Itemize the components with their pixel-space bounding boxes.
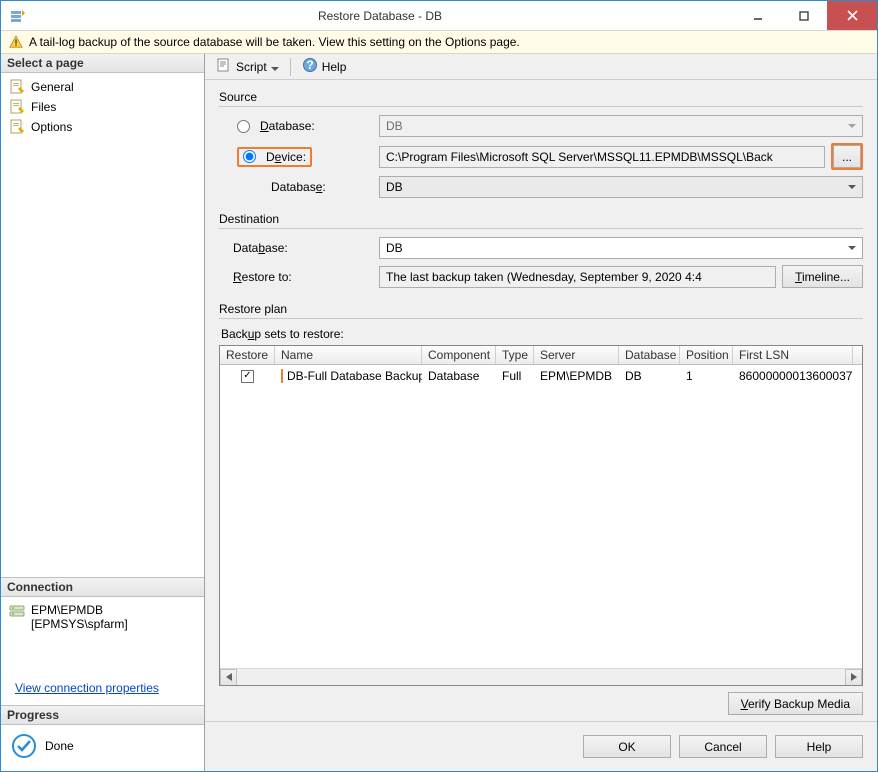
help-button[interactable]: Help [775,735,863,758]
svg-text:?: ? [306,58,313,72]
horizontal-scrollbar[interactable] [220,668,862,685]
dialog-button-bar: OK Cancel Help [205,721,877,771]
notice-bar: A tail-log backup of the source database… [1,31,877,54]
connection-info: EPM\EPMDB [EPMSYS\spfarm] [1,597,204,635]
server-icon [9,604,25,620]
device-path-value: C:\Program Files\Microsoft SQL Server\MS… [386,150,773,164]
verify-backup-media-button[interactable]: Verify Backup Media [728,692,863,715]
server-cell: EPM\EPMDB [534,369,619,383]
restore-to-label: Restore to: [233,270,292,284]
table-row[interactable]: ✓ DB-Full Database Backup Database Full … [220,365,862,387]
source-device-radio-label: Device: [266,150,306,164]
chevron-down-icon [844,118,860,134]
col-first-lsn[interactable]: First LSN [733,346,853,364]
position-cell: 1 [680,369,733,383]
timeline-button[interactable]: Timeline... [782,265,863,288]
col-server[interactable]: Server [534,346,619,364]
titlebar: Restore Database - DB [1,1,877,31]
backup-sets-label: Backup sets to restore: [221,327,344,341]
sidebar-item-label: General [31,80,74,94]
progress-header: Progress [1,705,204,725]
sidebar-item-options[interactable]: Options [1,117,204,137]
script-icon [216,57,232,76]
page-icon [9,119,25,135]
destination-database-label: Database: [233,241,288,255]
restore-database-window: Restore Database - DB A tail-log backup … [0,0,878,772]
sidebar-item-files[interactable]: Files [1,97,204,117]
help-button[interactable]: ? Help [297,54,352,79]
grid-header: Restore Name Component Type Server Datab… [220,346,862,365]
progress-status: Done [45,739,74,753]
connection-server: EPM\EPMDB [31,603,128,617]
source-database-combo[interactable]: DB [379,115,863,137]
source-device-radio[interactable] [243,150,256,163]
destination-database-value: DB [386,241,403,255]
col-database[interactable]: Database [619,346,680,364]
type-cell: Full [496,369,534,383]
page-icon [9,99,25,115]
first-lsn-cell: 86000000013600037 [733,369,853,383]
restore-checkbox[interactable]: ✓ [241,370,254,383]
browse-device-button[interactable]: ... [833,145,861,168]
toolbar: Script ? Help [205,54,877,80]
help-label: Help [322,60,347,74]
sidebar-item-label: Files [31,100,56,114]
script-button[interactable]: Script [211,54,284,79]
device-path-field[interactable]: C:\Program Files\Microsoft SQL Server\MS… [379,146,825,168]
restore-to-value: The last backup taken (Wednesday, Septem… [386,270,702,284]
col-component[interactable]: Component [422,346,496,364]
help-icon: ? [302,57,318,76]
main-panel: Script ? Help Source Database: [205,54,877,771]
window-buttons [735,1,877,30]
destination-group-label: Destination [219,212,863,226]
destination-database-combo[interactable]: DB [379,237,863,259]
page-list: General Files Options [1,73,204,141]
done-check-icon [11,733,37,759]
select-page-header: Select a page [1,54,204,73]
source-group-label: Source [219,90,863,104]
source-database-radio[interactable] [237,120,250,133]
col-type[interactable]: Type [496,346,534,364]
scroll-right-icon[interactable] [845,669,862,686]
source-inner-database-label: Database: [271,180,326,194]
close-button[interactable] [827,1,877,30]
backup-sets-grid: Restore Name Component Type Server Datab… [219,345,863,686]
progress-body: Done [1,725,204,771]
database-cell: DB [619,369,680,383]
warning-icon [9,35,23,49]
source-database-radio-label: Database: [260,119,315,133]
maximize-button[interactable] [781,1,827,30]
connection-header: Connection [1,577,204,597]
chevron-down-icon [844,240,860,256]
app-icon [9,8,25,24]
source-inner-database-combo[interactable]: DB [379,176,863,198]
sidebar-item-label: Options [31,120,72,134]
component-cell: Database [422,369,496,383]
ok-button[interactable]: OK [583,735,671,758]
chevron-down-icon [844,179,860,195]
notice-text: A tail-log backup of the source database… [29,35,520,49]
view-connection-properties-link[interactable]: View connection properties [1,675,204,705]
restore-plan-group-label: Restore plan [219,302,863,316]
chevron-down-icon [271,60,279,74]
cancel-button[interactable]: Cancel [679,735,767,758]
source-database-value: DB [386,119,403,133]
page-icon [9,79,25,95]
script-label: Script [236,60,267,74]
scroll-left-icon[interactable] [220,669,237,686]
backup-name-cell: DB-Full Database Backup [281,369,422,383]
sidebar-item-general[interactable]: General [1,77,204,97]
window-title: Restore Database - DB [25,9,735,23]
minimize-button[interactable] [735,1,781,30]
restore-to-field: The last backup taken (Wednesday, Septem… [379,266,776,288]
source-inner-database-value: DB [386,180,403,194]
connection-user: [EPMSYS\spfarm] [31,617,128,631]
col-restore[interactable]: Restore [220,346,275,364]
col-position[interactable]: Position [680,346,733,364]
col-name[interactable]: Name [275,346,422,364]
sidebar: Select a page General Files Options Conn… [1,54,205,771]
